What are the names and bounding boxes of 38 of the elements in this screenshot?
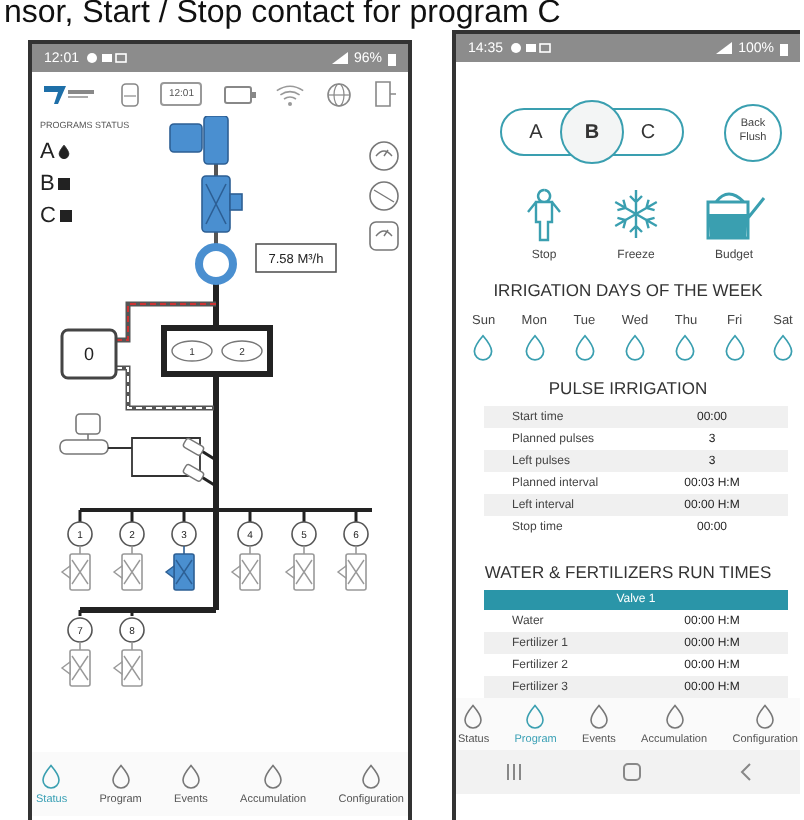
notification-icons-drawing [509, 42, 554, 54]
program-label: B [40, 172, 55, 196]
drop-icon [754, 703, 777, 729]
signal-icon [716, 42, 733, 54]
back-icon [739, 762, 752, 782]
drop-icon [524, 703, 547, 729]
program-label: C [40, 204, 56, 228]
wifi-icon [276, 83, 305, 105]
battery-icon [780, 41, 788, 55]
gauge-icon [368, 140, 400, 172]
drop-icon [109, 763, 132, 789]
exit-icon [373, 80, 398, 108]
drop-icon [179, 763, 202, 789]
home-icon [621, 762, 642, 782]
counter-display: 0 [60, 328, 118, 380]
drop-icon [587, 703, 610, 729]
program-button[interactable]: B [560, 100, 624, 164]
battery-icon [388, 51, 396, 65]
section-title: WATER & FERTILIZERS RUN TIMES [482, 562, 774, 582]
program-button[interactable]: A [520, 116, 552, 148]
logo-icon [42, 82, 98, 106]
gauge-icon [368, 220, 400, 252]
recents-icon [504, 764, 525, 780]
program-label: A [40, 140, 55, 164]
signal-icon [331, 52, 348, 64]
program-button[interactable]: C [632, 116, 664, 148]
drop-icon [360, 763, 383, 789]
notification-icons-drawing [85, 52, 130, 64]
drop-icon [663, 703, 686, 729]
globe-icon [326, 81, 353, 107]
drop-icon [462, 703, 485, 729]
section-title: PULSE IRRIGATION [546, 378, 710, 398]
drop-icon [262, 763, 285, 789]
battery-icon [223, 85, 256, 103]
section-title: IRRIGATION DAYS OF THE WEEK [491, 280, 765, 300]
gauge-icon [368, 180, 400, 212]
controller-icon [119, 81, 140, 107]
drop-icon [40, 763, 63, 789]
